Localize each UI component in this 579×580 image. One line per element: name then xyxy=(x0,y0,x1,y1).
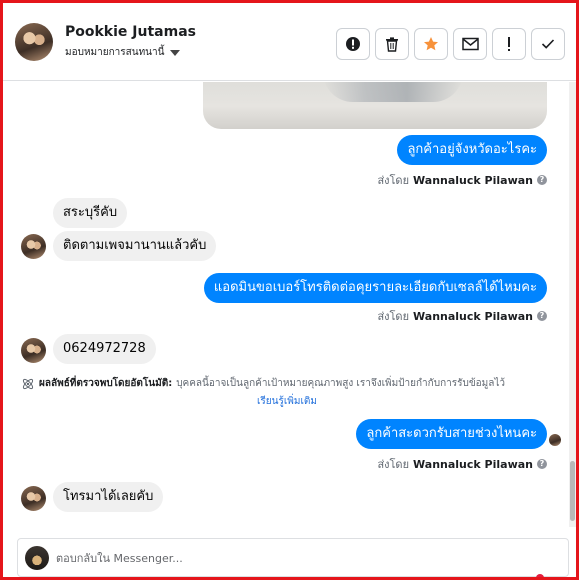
contact-avatar-small xyxy=(21,234,46,259)
incoming-message[interactable]: สระบุรีคับ xyxy=(53,198,128,228)
contact-avatar-small xyxy=(21,486,46,511)
sent-by-prefix: ส่งโดย xyxy=(377,310,410,323)
trash-icon xyxy=(386,37,398,52)
message-thread[interactable]: ลูกค้าอยู่จังหวัดอะไรคะ ส่งโดย Wannaluck… xyxy=(3,82,569,522)
checkmark-icon xyxy=(541,39,555,49)
sent-by-label: ส่งโดย Wannaluck Pilawan ? xyxy=(377,307,547,325)
star-icon xyxy=(424,37,438,51)
assign-conversation-dropdown[interactable]: มอบหมายการสนทนานี้ xyxy=(65,45,181,60)
shared-photo-message[interactable] xyxy=(203,82,547,129)
assign-conversation-label: มอบหมายการสนทนานี้ xyxy=(65,47,165,58)
sent-by-prefix: ส่งโดย xyxy=(377,174,410,187)
info-icon[interactable]: ? xyxy=(537,175,547,185)
auto-detected-title: ผลลัพธ์ที่ตรวจพบโดยอัตโนมัติ: xyxy=(39,378,173,389)
sent-by-prefix: ส่งโดย xyxy=(377,458,410,471)
seen-avatar xyxy=(549,434,561,446)
reply-input[interactable] xyxy=(56,547,556,569)
learn-more-link[interactable]: เรียนรู้เพิ่มเติม xyxy=(257,394,317,409)
sent-by-label: ส่งโดย Wannaluck Pilawan ? xyxy=(377,455,547,473)
inbox-conversation-panel: Pookkie Jutamas มอบหมายการสนทนานี้ ลูกค้… xyxy=(0,0,579,580)
follow-up-button[interactable] xyxy=(492,28,526,60)
info-icon[interactable]: ? xyxy=(537,459,547,469)
info-icon[interactable]: ? xyxy=(537,311,547,321)
alert-circle-icon xyxy=(346,37,360,51)
contact-avatar[interactable] xyxy=(15,23,53,61)
contact-name[interactable]: Pookkie Jutamas xyxy=(65,24,196,40)
sent-by-agent: Wannaluck Pilawan xyxy=(413,457,533,471)
incoming-message[interactable]: โทรมาได้เลยคับ xyxy=(53,482,164,512)
delete-button[interactable] xyxy=(375,28,409,60)
report-spam-button[interactable] xyxy=(336,28,370,60)
composer-badge xyxy=(536,574,544,577)
atom-icon xyxy=(22,378,34,389)
sent-by-agent: Wannaluck Pilawan xyxy=(413,309,533,323)
star-button[interactable] xyxy=(414,28,448,60)
outgoing-message[interactable]: ลูกค้าอยู่จังหวัดอะไรคะ xyxy=(397,135,547,165)
reply-composer xyxy=(17,538,569,577)
outgoing-message[interactable]: แอดมินขอเบอร์โทรติดต่อคุยรายละเอียดกับเซ… xyxy=(203,273,547,303)
envelope-icon xyxy=(461,37,479,51)
sent-by-label: ส่งโดย Wannaluck Pilawan ? xyxy=(377,171,547,189)
page-avatar xyxy=(25,546,49,570)
outgoing-message[interactable]: ลูกค้าสะดวกรับสายช่วงไหนคะ xyxy=(356,419,547,449)
incoming-message[interactable]: 0624972728 xyxy=(53,334,156,364)
mark-unread-button[interactable] xyxy=(453,28,487,60)
incoming-message[interactable]: ติดตามเพจมานานแล้วคับ xyxy=(53,231,217,261)
caret-down-icon xyxy=(170,49,181,56)
auto-detected-text: บุคคลนี้อาจเป็นลูกค้าเป้าหมายคุณภาพสูง เ… xyxy=(176,378,506,389)
contact-avatar-small xyxy=(21,338,46,363)
sent-by-agent: Wannaluck Pilawan xyxy=(413,173,533,187)
exclamation-icon xyxy=(508,37,510,51)
conversation-header: Pookkie Jutamas มอบหมายการสนทนานี้ xyxy=(3,3,576,81)
mark-done-button[interactable] xyxy=(531,28,565,60)
scrollbar-thumb[interactable] xyxy=(570,461,575,521)
auto-detected-notice: ผลลัพธ์ที่ตรวจพบโดยอัตโนมัติ: บุคคลนี้อา… xyxy=(21,376,505,391)
